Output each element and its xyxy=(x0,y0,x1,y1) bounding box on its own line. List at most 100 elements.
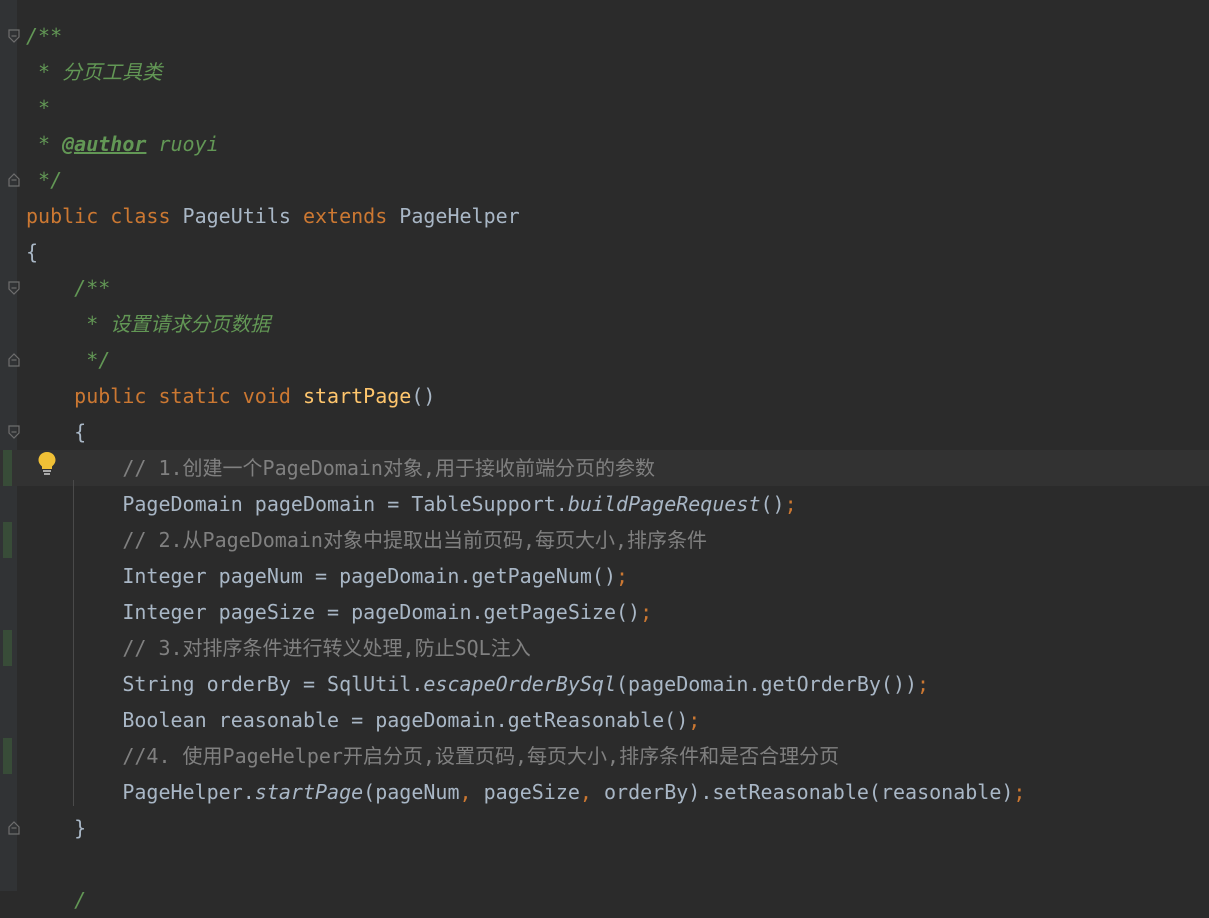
code-token: PageUtils xyxy=(182,204,303,228)
code-token: PageHelper. xyxy=(26,780,255,804)
code-line-text: /** xyxy=(26,18,62,54)
code-token: ; xyxy=(917,672,930,696)
code-token: */ xyxy=(26,348,111,372)
code-token: (pageDomain.getOrderBy()) xyxy=(616,672,918,696)
code-token: @author xyxy=(62,132,147,156)
code-line-text: PageDomain pageDomain = TableSupport.bui… xyxy=(26,486,796,522)
code-line-text: * xyxy=(26,90,50,126)
code-token: ruoyi xyxy=(146,132,219,156)
indent-guide xyxy=(73,480,74,806)
fold-close-icon[interactable] xyxy=(8,353,20,367)
code-line[interactable]: PageDomain pageDomain = TableSupport.bui… xyxy=(0,486,1209,522)
code-line-text: } xyxy=(26,810,86,846)
code-line-text: // 2.从PageDomain对象中提取出当前页码,每页大小,排序条件 xyxy=(26,522,707,558)
code-line[interactable]: public class PageUtils extends PageHelpe… xyxy=(0,198,1209,234)
code-token: Integer pageNum = pageDomain.getPageNum(… xyxy=(26,564,617,588)
code-line[interactable]: String orderBy = SqlUtil.escapeOrderBySq… xyxy=(0,666,1209,702)
code-line[interactable]: /** xyxy=(0,270,1209,306)
code-line[interactable]: Integer pageNum = pageDomain.getPageNum(… xyxy=(0,558,1209,594)
code-token: () xyxy=(760,492,785,516)
code-token: PageHelper xyxy=(399,204,520,228)
code-token: // 1.创建一个PageDomain对象,用于接收前端分页的参数 xyxy=(26,456,655,480)
code-line-text: * 设置请求分页数据 xyxy=(26,306,270,342)
vcs-changed-marker[interactable] xyxy=(3,630,12,666)
code-line[interactable]: * @author ruoyi xyxy=(0,126,1209,162)
code-line-text: Boolean reasonable = pageDomain.getReaso… xyxy=(26,702,700,738)
code-token: escapeOrderBySql xyxy=(423,672,617,696)
code-line-text: { xyxy=(26,414,86,450)
vcs-changed-marker[interactable] xyxy=(3,450,12,486)
code-line-text: PageHelper.startPage(pageNum, pageSize, … xyxy=(26,774,1025,810)
code-token: // 3.对排序条件进行转义处理,防止SQL注入 xyxy=(26,636,531,660)
code-token: Boolean reasonable = pageDomain.getReaso… xyxy=(26,708,689,732)
code-line-text: * @author ruoyi xyxy=(26,126,219,162)
code-line[interactable]: /** xyxy=(0,18,1209,54)
code-token: //4. 使用PageHelper开启分页,设置页码,每页大小,排序条件和是否合… xyxy=(26,744,840,768)
code-token: */ xyxy=(26,168,63,192)
code-line[interactable] xyxy=(0,846,1209,882)
code-token: // 2.从PageDomain对象中提取出当前页码,每页大小,排序条件 xyxy=(26,528,708,552)
code-line[interactable]: // 3.对排序条件进行转义处理,防止SQL注入 xyxy=(0,630,1209,666)
code-token: , xyxy=(579,780,604,804)
code-token: ; xyxy=(640,600,653,624)
code-token: ; xyxy=(688,708,701,732)
code-token: (pageNum xyxy=(363,780,460,804)
fold-open-icon[interactable] xyxy=(8,425,20,439)
code-line[interactable]: PageHelper.startPage(pageNum, pageSize, … xyxy=(0,774,1209,810)
code-token: buildPageRequest xyxy=(567,492,761,516)
code-token: / xyxy=(26,888,87,912)
code-line[interactable]: / xyxy=(0,882,1209,918)
code-token: orderBy).setReasonable(reasonable) xyxy=(604,780,1014,804)
code-token: PageDomain pageDomain = TableSupport. xyxy=(26,492,568,516)
code-token: ; xyxy=(1013,780,1026,804)
lightbulb-icon[interactable] xyxy=(37,451,57,475)
code-line-text: // 1.创建一个PageDomain对象,用于接收前端分页的参数 xyxy=(26,450,655,486)
code-line[interactable]: Integer pageSize = pageDomain.getPageSiz… xyxy=(0,594,1209,630)
code-token: startPage xyxy=(302,384,412,408)
code-line[interactable]: public static void startPage() xyxy=(0,378,1209,414)
fold-close-icon[interactable] xyxy=(8,173,20,187)
code-line-text: Integer pageNum = pageDomain.getPageNum(… xyxy=(26,558,628,594)
code-line[interactable]: Boolean reasonable = pageDomain.getReaso… xyxy=(0,702,1209,738)
code-line-text: */ xyxy=(26,342,110,378)
code-token: } xyxy=(26,816,87,840)
code-token: public static void xyxy=(26,384,303,408)
code-token: /** xyxy=(26,24,63,48)
code-editor[interactable]: /** * 分页工具类 * * @author ruoyi */public c… xyxy=(0,0,1209,912)
code-token: * 分页工具类 xyxy=(26,60,163,84)
code-token: String orderBy = SqlUtil. xyxy=(26,672,424,696)
code-line-text: //4. 使用PageHelper开启分页,设置页码,每页大小,排序条件和是否合… xyxy=(26,738,839,774)
code-token: * xyxy=(26,96,51,120)
code-line[interactable]: // 1.创建一个PageDomain对象,用于接收前端分页的参数 xyxy=(0,450,1209,486)
code-token: * xyxy=(26,132,63,156)
code-line-text: public class PageUtils extends PageHelpe… xyxy=(26,198,520,234)
code-token: startPage xyxy=(254,780,364,804)
fold-open-icon[interactable] xyxy=(8,29,20,43)
code-token: ; xyxy=(616,564,629,588)
code-line[interactable]: * xyxy=(0,90,1209,126)
code-line-text: Integer pageSize = pageDomain.getPageSiz… xyxy=(26,594,652,630)
code-token: /** xyxy=(26,276,111,300)
code-token: public class xyxy=(26,204,183,228)
code-line-text: String orderBy = SqlUtil.escapeOrderBySq… xyxy=(26,666,929,702)
vcs-changed-marker[interactable] xyxy=(3,522,12,558)
fold-open-icon[interactable] xyxy=(8,281,20,295)
code-line-text: */ xyxy=(26,162,62,198)
code-line[interactable]: * 设置请求分页数据 xyxy=(0,306,1209,342)
code-line[interactable]: //4. 使用PageHelper开启分页,设置页码,每页大小,排序条件和是否合… xyxy=(0,738,1209,774)
code-line[interactable]: { xyxy=(0,414,1209,450)
code-line-text: /** xyxy=(26,270,110,306)
fold-close-icon[interactable] xyxy=(8,821,20,835)
code-line[interactable]: */ xyxy=(0,162,1209,198)
code-line[interactable]: } xyxy=(0,810,1209,846)
code-token: , xyxy=(459,780,484,804)
code-token: Integer pageSize = pageDomain.getPageSiz… xyxy=(26,600,641,624)
code-token: { xyxy=(26,420,87,444)
code-line-text: { xyxy=(26,234,38,270)
code-line[interactable]: * 分页工具类 xyxy=(0,54,1209,90)
code-line-text: * 分页工具类 xyxy=(26,54,162,90)
vcs-changed-marker[interactable] xyxy=(3,738,12,774)
code-line[interactable]: */ xyxy=(0,342,1209,378)
code-line[interactable]: // 2.从PageDomain对象中提取出当前页码,每页大小,排序条件 xyxy=(0,522,1209,558)
code-line[interactable]: { xyxy=(0,234,1209,270)
